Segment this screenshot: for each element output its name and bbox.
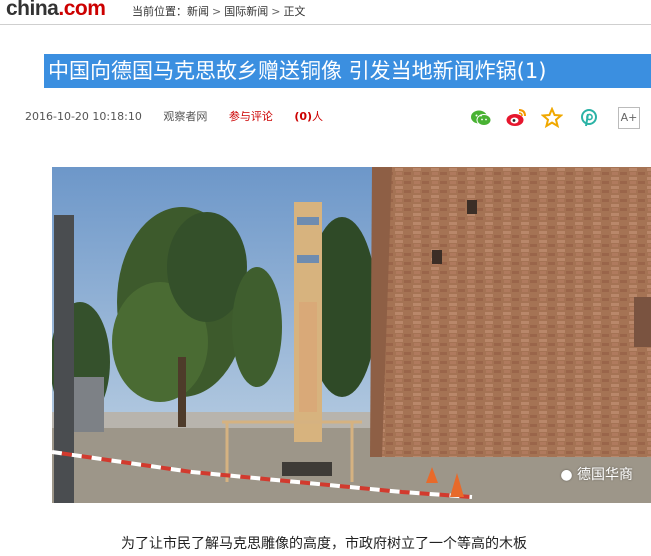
watermark-text: 德国华商 — [577, 467, 633, 483]
font-size-button[interactable]: A+ — [618, 107, 640, 129]
comment-link[interactable]: 参与评论 (0)人 — [229, 110, 341, 123]
article-source: 观察者网 — [163, 110, 208, 123]
pinterest-icon[interactable] — [578, 107, 600, 129]
breadcrumb-current: 正文 — [283, 5, 306, 18]
weibo-icon[interactable] — [505, 107, 527, 129]
favorite-star-icon[interactable] — [540, 106, 564, 129]
article-date: 2016-10-20 10:18:10 — [25, 110, 142, 123]
logo-main: china — [6, 0, 59, 20]
article-title: 中国向德国马克思故乡赠送铜像 引发当地新闻炸锅(1) — [44, 54, 651, 88]
article-meta: 2016-10-20 10:18:10 观察者网 参与评论 (0)人 — [25, 108, 359, 124]
comment-count: (0) — [294, 110, 313, 123]
image-caption: 为了让市民了解马克思雕像的高度，市政府树立了一个等高的木板 — [121, 536, 527, 552]
wechat-icon[interactable] — [470, 107, 492, 129]
article-photo: ● 德国华商 — [52, 167, 651, 503]
breadcrumb-separator: > — [212, 5, 222, 18]
top-bar: china.com 当前位置：新闻 > 国际新闻 > 正文 — [0, 0, 651, 25]
breadcrumb-separator: > — [271, 5, 281, 18]
image-watermark: ● 德国华商 — [560, 464, 633, 484]
comment-label: 参与评论 — [228, 110, 273, 123]
breadcrumb-label: 当前位置： — [132, 5, 187, 18]
comment-suffix: 人 — [312, 110, 324, 123]
breadcrumb-news[interactable]: 新闻 — [187, 5, 209, 18]
breadcrumb: 当前位置：新闻 > 国际新闻 > 正文 — [132, 3, 305, 19]
logo-com: com — [63, 0, 106, 20]
breadcrumb-intl-news[interactable]: 国际新闻 — [224, 5, 268, 18]
site-logo[interactable]: china.com — [6, 0, 106, 21]
wechat-watermark-icon: ● — [560, 467, 573, 483]
